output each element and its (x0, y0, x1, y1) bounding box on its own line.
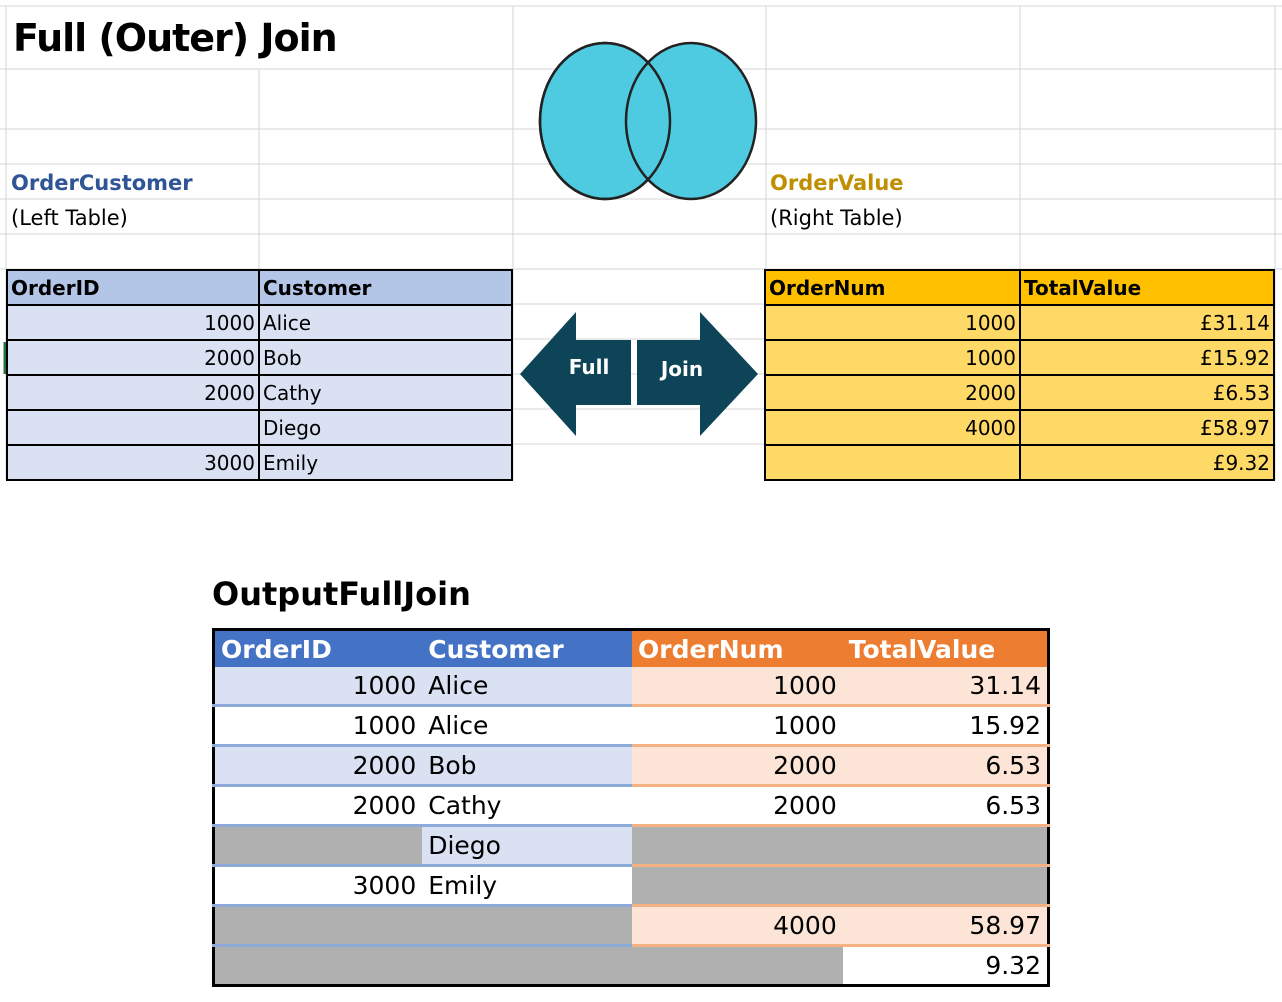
output-header-customer: Customer (422, 629, 632, 667)
ordernum-cell[interactable] (765, 445, 1021, 481)
totalvalue-cell[interactable]: £9.32 (1020, 445, 1275, 481)
ordernum-cell[interactable]: 2000 (765, 375, 1021, 411)
venn-diagram (538, 41, 758, 201)
output-null-cell (631, 825, 843, 867)
customer-cell[interactable]: Alice (258, 305, 514, 341)
customer-cell[interactable]: Cathy (258, 375, 514, 411)
customer-cell[interactable]: Emily (258, 445, 514, 481)
output-customer-cell[interactable]: Emily (422, 865, 632, 907)
customer-cell[interactable]: Bob (258, 340, 514, 376)
output-customer-cell[interactable]: Alice (422, 705, 632, 747)
right-table-role: (Right Table) (770, 206, 903, 230)
output-table-title: OutputFullJoin (212, 575, 471, 613)
table-row: 1000 Alice (7, 305, 514, 341)
column-header-ordernum: OrderNum (765, 270, 1021, 306)
ordernum-cell[interactable]: 1000 (765, 305, 1021, 341)
output-totalvalue-cell[interactable]: 58.97 (842, 905, 1049, 947)
table-row: Diego (213, 825, 1049, 867)
orderid-cell[interactable]: 1000 (7, 305, 260, 341)
left-table-role: (Left Table) (11, 206, 128, 230)
output-null-cell (842, 865, 1049, 907)
table-row: 3000 Emily (7, 445, 514, 481)
output-orderid-cell[interactable]: 2000 (213, 785, 423, 827)
output-null-cell (213, 825, 423, 867)
customer-cell[interactable]: Diego (258, 410, 514, 446)
table-row: 9.32 (213, 945, 1049, 986)
right-table: OrderNum TotalValue 1000 £31.14 1000 £15… (764, 269, 1275, 481)
table-row: 1000 Alice 1000 31.14 (213, 667, 1049, 707)
table-row: 1000 £31.14 (765, 305, 1275, 341)
table-row: 2000 Cathy (7, 375, 514, 411)
table-row: 1000 Alice 1000 15.92 (213, 705, 1049, 747)
totalvalue-cell[interactable]: £6.53 (1020, 375, 1275, 411)
output-orderid-cell[interactable]: 2000 (213, 745, 423, 787)
arrow-label-join: Join (659, 357, 703, 381)
output-customer-cell[interactable]: Alice (422, 667, 632, 707)
output-null-cell (631, 865, 843, 907)
table-row: 4000 58.97 (213, 905, 1049, 947)
output-header-orderid: OrderID (213, 629, 423, 667)
table-row: Diego (7, 410, 514, 446)
table-header-row: OrderNum TotalValue (765, 270, 1275, 306)
output-null-cell (631, 945, 843, 986)
table-row: 2000 Bob 2000 6.53 (213, 745, 1049, 787)
ordernum-cell[interactable]: 4000 (765, 410, 1021, 446)
output-totalvalue-cell[interactable]: 6.53 (842, 785, 1049, 827)
output-customer-cell[interactable]: Cathy (422, 785, 632, 827)
table-row: 1000 £15.92 (765, 340, 1275, 376)
output-ordernum-cell[interactable]: 1000 (631, 705, 843, 747)
output-null-cell (213, 905, 423, 947)
output-ordernum-cell[interactable]: 2000 (631, 785, 843, 827)
output-table: OrderID Customer OrderNum TotalValue 100… (212, 628, 1050, 987)
totalvalue-cell[interactable]: £58.97 (1020, 410, 1275, 446)
page-title: Full (Outer) Join (13, 16, 338, 60)
column-header-customer: Customer (258, 270, 514, 306)
arrow-label-full: Full (569, 355, 610, 379)
table-header-row: OrderID Customer OrderNum TotalValue (213, 629, 1049, 667)
output-null-cell (422, 905, 632, 947)
full-join-double-arrow: Full Join (520, 312, 758, 436)
output-ordernum-cell[interactable]: 2000 (631, 745, 843, 787)
ordernum-cell[interactable]: 1000 (765, 340, 1021, 376)
left-table-name: OrderCustomer (11, 171, 193, 195)
orderid-cell[interactable]: 2000 (7, 340, 260, 376)
table-row: 2000 £6.53 (765, 375, 1275, 411)
output-totalvalue-cell[interactable]: 6.53 (842, 745, 1049, 787)
output-header-ordernum: OrderNum (631, 629, 843, 667)
left-table: OrderID Customer 1000 Alice 2000 Bob 200… (6, 269, 514, 481)
output-header-totalvalue: TotalValue (842, 629, 1049, 667)
output-totalvalue-cell[interactable]: 31.14 (842, 667, 1049, 707)
output-null-cell (422, 945, 632, 986)
output-orderid-cell[interactable]: 1000 (213, 667, 423, 707)
output-ordernum-cell[interactable]: 4000 (631, 905, 843, 947)
right-table-name: OrderValue (770, 171, 904, 195)
orderid-cell[interactable] (7, 410, 260, 446)
output-null-cell (213, 945, 423, 986)
table-row: 4000 £58.97 (765, 410, 1275, 446)
column-header-totalvalue: TotalValue (1020, 270, 1275, 306)
output-totalvalue-cell[interactable]: 9.32 (842, 945, 1049, 986)
orderid-cell[interactable]: 2000 (7, 375, 260, 411)
table-header-row: OrderID Customer (7, 270, 514, 306)
totalvalue-cell[interactable]: £31.14 (1020, 305, 1275, 341)
table-row: 3000 Emily (213, 865, 1049, 907)
output-ordernum-cell[interactable]: 1000 (631, 667, 843, 707)
column-header-orderid: OrderID (7, 270, 260, 306)
table-row: 2000 Cathy 2000 6.53 (213, 785, 1049, 827)
output-null-cell (842, 825, 1049, 867)
output-orderid-cell[interactable]: 1000 (213, 705, 423, 747)
output-customer-cell[interactable]: Diego (422, 825, 632, 867)
orderid-cell[interactable]: 3000 (7, 445, 260, 481)
venn-right-circle (624, 41, 758, 201)
output-totalvalue-cell[interactable]: 15.92 (842, 705, 1049, 747)
output-orderid-cell[interactable]: 3000 (213, 865, 423, 907)
totalvalue-cell[interactable]: £15.92 (1020, 340, 1275, 376)
table-row: 2000 Bob (7, 340, 514, 376)
table-row: £9.32 (765, 445, 1275, 481)
output-customer-cell[interactable]: Bob (422, 745, 632, 787)
